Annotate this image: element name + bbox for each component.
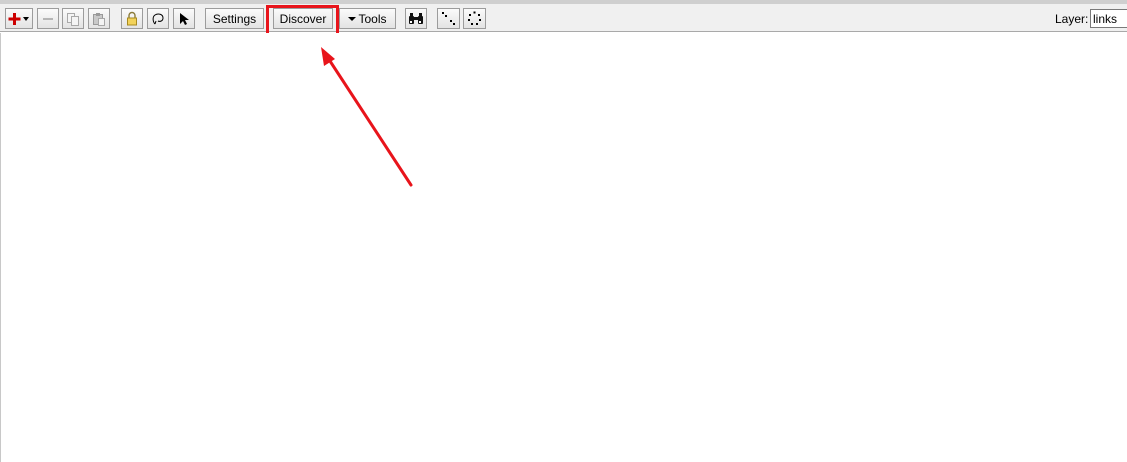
add-button[interactable] xyxy=(5,8,33,29)
discover-button-label: Discover xyxy=(279,11,327,26)
toolbar: Settings Discover Tools Layer: links xyxy=(0,4,1127,43)
paste-icon xyxy=(92,12,106,26)
layer-label: Layer: xyxy=(1055,12,1089,26)
app-window: Settings Discover Tools Layer: links xyxy=(0,0,1127,462)
find-button[interactable] xyxy=(405,8,427,29)
minus-icon xyxy=(41,12,55,26)
lock-button[interactable] xyxy=(121,8,143,29)
arrange-layout-button[interactable] xyxy=(437,8,460,29)
binoculars-icon xyxy=(408,12,424,26)
tools-dropdown-button[interactable]: Tools xyxy=(339,8,396,29)
lock-icon xyxy=(125,11,139,26)
diagonal-dots-icon xyxy=(441,11,456,26)
copy-button[interactable] xyxy=(62,8,84,29)
copy-icon xyxy=(66,12,80,26)
circle-dots-icon xyxy=(467,11,482,26)
red-plus-icon xyxy=(8,12,30,26)
tools-button-label: Tools xyxy=(358,11,387,26)
remove-button[interactable] xyxy=(37,8,59,29)
layer-input[interactable] xyxy=(1090,9,1127,28)
lasso-icon xyxy=(151,12,165,26)
paste-button[interactable] xyxy=(88,8,110,29)
chevron-down-icon xyxy=(348,16,357,22)
settings-button[interactable]: Settings xyxy=(205,8,264,29)
settings-button-label: Settings xyxy=(212,11,257,26)
discover-button[interactable]: Discover xyxy=(273,8,333,29)
lasso-button[interactable] xyxy=(147,8,169,29)
map-canvas[interactable] xyxy=(0,33,1127,462)
pointer-button[interactable] xyxy=(173,8,195,29)
circle-layout-button[interactable] xyxy=(463,8,486,29)
pointer-icon xyxy=(177,12,191,26)
